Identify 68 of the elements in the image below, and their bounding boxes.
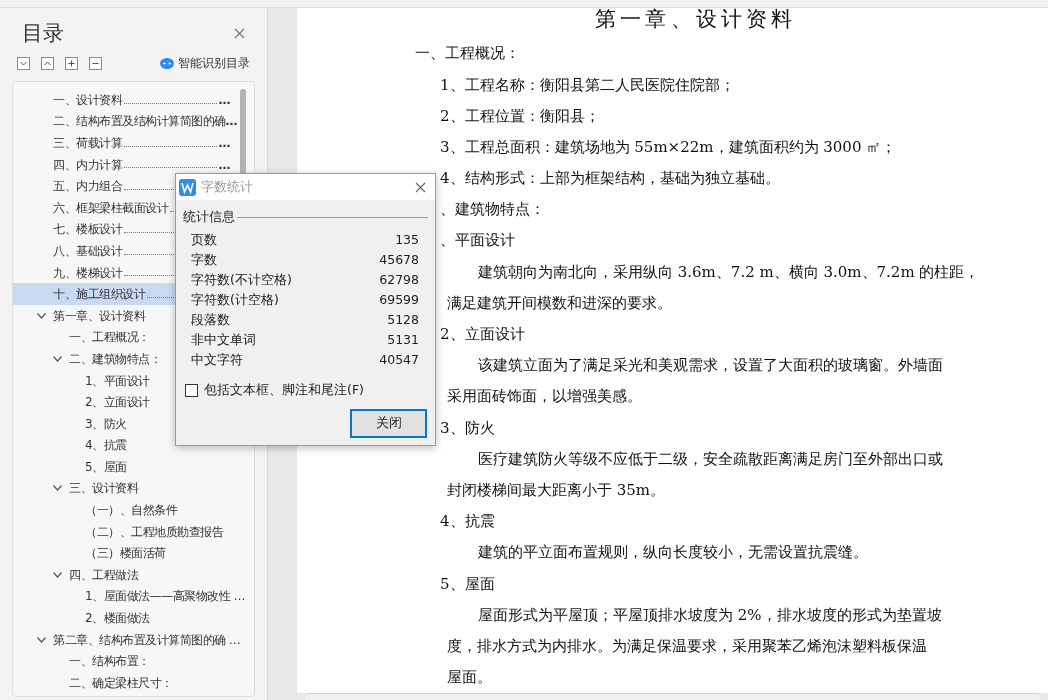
paragraph-text: 建筑朝向为南北向，采用纵向 3.6m、7.2 m、横向 3.0m、7.2m 的柱距， <box>478 261 980 283</box>
close-icon[interactable] <box>415 181 426 193</box>
stat-label: 中文字符 <box>191 351 243 370</box>
stat-label: 页数 <box>191 231 217 250</box>
close-icon[interactable] <box>234 27 245 39</box>
chapter-title: 第一章、设计资料 <box>594 8 798 33</box>
stat-value: 135 <box>395 231 419 250</box>
list-item-text: 4、结构形式：上部为框架结构，基础为独立基础。 <box>440 168 780 190</box>
stat-value: 62798 <box>379 271 419 290</box>
paragraph-text: 该建筑立面为了满足采光和美观需求，设置了大面积的玻璃窗。外墙面 <box>478 355 943 377</box>
stat-label: 非中文单词 <box>191 331 256 350</box>
outline-item[interactable]: 3、防火 <box>13 412 254 435</box>
app-logo-icon <box>179 178 196 196</box>
stat-label: 字数 <box>191 251 217 270</box>
outline-item[interactable]: 2、楼面做法 <box>13 607 254 629</box>
list-item-text: 4、抗震 <box>440 511 495 533</box>
dialog-title: 字数统计 <box>201 178 254 197</box>
ellipsis-text: … <box>218 135 230 152</box>
paragraph-text: 采用面砖饰面，以增强美感。 <box>447 386 642 408</box>
stat-label: 段落数 <box>191 311 230 330</box>
ellipsis-text: … <box>218 91 230 109</box>
paragraph-text: 建筑的平立面布置规则，纵向长度较小，无需设置抗震缝。 <box>478 542 868 564</box>
paragraph-text: 屋面形式为平屋顶；平屋顶排水坡度为 2%，排水坡度的形式为垫置坡 <box>478 604 942 626</box>
plus-icon[interactable] <box>65 56 78 70</box>
outline-item[interactable]: 四、工程做法 <box>13 564 254 586</box>
outline-item[interactable]: 二、结构布置及结构计算简图的确… <box>13 110 254 133</box>
paragraph-text: 封闭楼梯间最大距离小于 35m。 <box>447 479 666 501</box>
outline-item[interactable]: 二、确定梁柱尺寸： <box>13 672 254 694</box>
section-heading: 一、工程概况： <box>415 43 520 65</box>
outline-item[interactable]: （三）楼面活荷 <box>13 542 254 565</box>
horizontal-scrollbar[interactable] <box>305 692 1040 700</box>
ellipsis-text: … <box>218 156 230 174</box>
stat-value: 40547 <box>379 351 419 370</box>
outline-item[interactable]: 一、结构布置： <box>13 650 254 673</box>
ellipsis-text: … <box>225 113 237 131</box>
outline-item[interactable]: 1、屋面做法——高聚物改性 … <box>13 585 254 608</box>
outline-item[interactable]: 三、设计资料 <box>13 477 254 500</box>
outline-item[interactable]: 第二章、结构布置及计算简图的确 … <box>13 628 254 651</box>
group-label: 统计信息 <box>183 208 235 226</box>
outline-item[interactable]: （二）、工程地质勘查报告 <box>13 520 254 543</box>
include-checkbox[interactable]: 包括文本框、脚注和尾注(F) <box>185 380 364 400</box>
list-item-text: 3、工程总面积：建筑场地为 55m×22m，建筑面积约为 3000 ㎡； <box>440 136 897 158</box>
list-item-text: 、平面设计 <box>440 230 515 252</box>
outline-item[interactable]: 4、抗震 <box>13 434 254 457</box>
stat-value: 45678 <box>379 251 419 270</box>
list-item-text: 、建筑物特点： <box>440 199 545 221</box>
stat-value: 5131 <box>387 331 419 350</box>
paragraph-text: 医疗建筑防火等级不应低于二级，安全疏散距离满足房门至外部出口或 <box>478 448 943 470</box>
checkbox[interactable] <box>185 383 198 397</box>
outline-item[interactable]: （一）、自然条件 <box>13 499 254 521</box>
smart-outline-button[interactable]: 智能识别目录 <box>160 54 250 72</box>
cloud-icon <box>160 57 174 69</box>
collapse-icon[interactable] <box>17 56 30 70</box>
stat-value: 69599 <box>379 291 419 310</box>
list-item-text: 5、屋面 <box>440 573 495 595</box>
list-item-text: 2、工程位置：衡阳县； <box>440 105 600 127</box>
close-button[interactable]: 关闭 <box>350 408 427 438</box>
paragraph-text: 满足建筑开间模数和进深的要求。 <box>447 292 672 314</box>
paragraph-text: 屋面。 <box>447 667 492 689</box>
stat-value: 5128 <box>387 311 419 330</box>
outline-item[interactable]: 5、屋面 <box>13 456 254 478</box>
list-item-text: 2、立面设计 <box>440 324 525 346</box>
paragraph-text: 度，排水方式为内排水。为满足保温要求，采用聚苯乙烯泡沫塑料板保温 <box>447 635 927 657</box>
list-item-text: 1、工程名称：衡阳县第二人民医院住院部； <box>440 74 735 96</box>
list-item-text: 3、防火 <box>440 417 495 439</box>
expand-icon[interactable] <box>41 56 54 70</box>
panel-title: 目录 <box>22 20 64 46</box>
minus-icon[interactable] <box>89 56 102 70</box>
